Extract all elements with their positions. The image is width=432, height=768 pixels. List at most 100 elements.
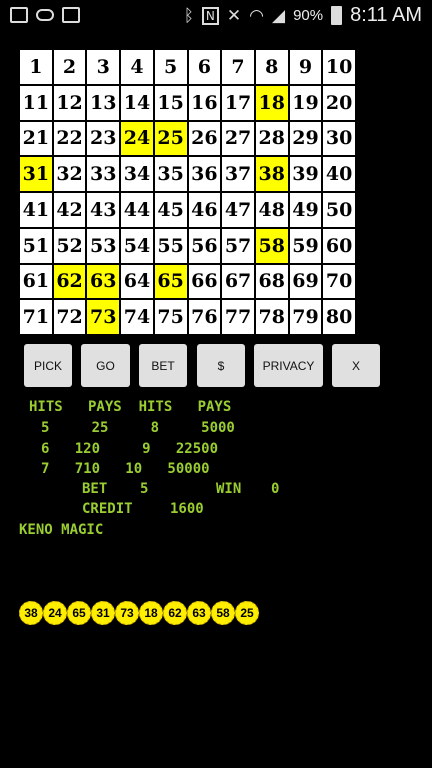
number-cell[interactable]: 66 <box>188 264 221 299</box>
drawn-ball: 25 <box>235 601 259 625</box>
number-cell[interactable]: 52 <box>53 228 86 263</box>
number-cell[interactable]: 40 <box>323 157 355 191</box>
number-cell[interactable]: 26 <box>188 121 221 156</box>
number-cell[interactable]: 21 <box>20 121 52 156</box>
number-cell[interactable]: 5 <box>154 50 187 84</box>
number-cell[interactable]: 9 <box>289 50 322 84</box>
number-cell[interactable]: 35 <box>154 157 187 191</box>
number-cell[interactable]: 77 <box>222 300 254 334</box>
number-cell[interactable]: 19 <box>289 85 322 120</box>
number-cell[interactable]: 10 <box>323 50 355 84</box>
status-right-icons: ᛒ N ✕ ◠ ◢ 90% 8:11 AM <box>184 4 422 27</box>
number-cell[interactable]: 45 <box>154 193 187 227</box>
number-cell[interactable]: 76 <box>188 300 221 334</box>
number-cell[interactable]: 38 <box>255 157 288 191</box>
number-cell[interactable]: 42 <box>53 193 86 227</box>
number-cell[interactable]: 36 <box>188 157 221 191</box>
number-cell[interactable]: 25 <box>154 121 187 156</box>
drawn-ball: 31 <box>91 601 115 625</box>
number-cell[interactable]: 11 <box>20 85 52 120</box>
number-cell[interactable]: 54 <box>121 228 153 263</box>
number-cell[interactable]: 63 <box>87 264 120 299</box>
number-cell[interactable]: 28 <box>255 121 288 156</box>
number-cell[interactable]: 78 <box>255 300 288 334</box>
number-cell[interactable]: 65 <box>154 264 187 299</box>
number-cell[interactable]: 72 <box>53 300 86 334</box>
paytable-header: HITS PAYS HITS PAYS <box>29 399 232 415</box>
number-cell[interactable]: 8 <box>255 50 288 84</box>
number-cell[interactable]: 16 <box>188 85 221 120</box>
number-cell[interactable]: 37 <box>222 157 254 191</box>
number-cell[interactable]: 3 <box>87 50 120 84</box>
number-cell[interactable]: 53 <box>87 228 120 263</box>
number-cell[interactable]: 1 <box>20 50 52 84</box>
pick-button[interactable]: PICK <box>24 344 72 387</box>
number-cell[interactable]: 79 <box>289 300 322 334</box>
number-cell[interactable]: 67 <box>222 264 254 299</box>
number-cell[interactable]: 31 <box>20 157 52 191</box>
number-cell[interactable]: 75 <box>154 300 187 334</box>
close-button[interactable]: X <box>332 344 380 387</box>
number-cell[interactable]: 7 <box>222 50 254 84</box>
go-button[interactable]: GO <box>81 344 130 387</box>
clock: 8:11 AM <box>350 4 422 26</box>
number-cell[interactable]: 27 <box>222 121 254 156</box>
number-cell[interactable]: 41 <box>20 193 52 227</box>
number-cell[interactable]: 46 <box>188 193 221 227</box>
number-cell[interactable]: 32 <box>53 157 86 191</box>
number-cell[interactable]: 15 <box>154 85 187 120</box>
number-cell[interactable]: 4 <box>121 50 153 84</box>
number-cell[interactable]: 62 <box>53 264 86 299</box>
number-cell[interactable]: 61 <box>20 264 52 299</box>
number-cell[interactable]: 60 <box>323 228 355 263</box>
number-cell[interactable]: 68 <box>255 264 288 299</box>
number-cell[interactable]: 17 <box>222 85 254 120</box>
number-cell[interactable]: 29 <box>289 121 322 156</box>
number-cell[interactable]: 57 <box>222 228 254 263</box>
number-cell[interactable]: 22 <box>53 121 86 156</box>
number-cell[interactable]: 59 <box>289 228 322 263</box>
number-cell[interactable]: 20 <box>323 85 355 120</box>
number-cell[interactable]: 48 <box>255 193 288 227</box>
status-left-icons <box>10 7 80 23</box>
number-cell[interactable]: 58 <box>255 228 288 263</box>
dollar-button[interactable]: $ <box>197 344 245 387</box>
number-cell[interactable]: 56 <box>188 228 221 263</box>
number-cell[interactable]: 30 <box>323 121 355 156</box>
paytable-row: 7 710 10 50000 <box>41 461 210 477</box>
number-cell[interactable]: 55 <box>154 228 187 263</box>
number-cell[interactable]: 64 <box>121 264 153 299</box>
number-cell[interactable]: 51 <box>20 228 52 263</box>
number-cell[interactable]: 2 <box>53 50 86 84</box>
number-cell[interactable]: 43 <box>87 193 120 227</box>
number-cell[interactable]: 74 <box>121 300 153 334</box>
gallery-icon <box>62 7 80 23</box>
number-cell[interactable]: 23 <box>87 121 120 156</box>
number-cell[interactable]: 69 <box>289 264 322 299</box>
bet-button[interactable]: BET <box>139 344 187 387</box>
number-cell[interactable]: 14 <box>121 85 153 120</box>
voicemail-icon <box>36 9 54 21</box>
number-cell[interactable]: 6 <box>188 50 221 84</box>
number-cell[interactable]: 73 <box>87 300 120 334</box>
number-cell[interactable]: 34 <box>121 157 153 191</box>
number-cell[interactable]: 39 <box>289 157 322 191</box>
number-cell[interactable]: 47 <box>222 193 254 227</box>
bet-label: BET <box>82 481 108 497</box>
number-cell[interactable]: 44 <box>121 193 153 227</box>
number-cell[interactable]: 50 <box>323 193 355 227</box>
number-cell[interactable]: 13 <box>87 85 120 120</box>
drawn-ball: 62 <box>163 601 187 625</box>
number-cell[interactable]: 33 <box>87 157 120 191</box>
number-cell[interactable]: 80 <box>323 300 355 334</box>
number-cell[interactable]: 49 <box>289 193 322 227</box>
number-cell[interactable]: 18 <box>255 85 288 120</box>
drawn-ball: 63 <box>187 601 211 625</box>
number-cell[interactable]: 71 <box>20 300 52 334</box>
win-value: 0 <box>271 481 280 497</box>
number-cell[interactable]: 24 <box>121 121 153 156</box>
number-cell[interactable]: 70 <box>323 264 355 299</box>
privacy-button[interactable]: PRIVACY <box>254 344 323 387</box>
number-cell[interactable]: 12 <box>53 85 86 120</box>
credit-label: CREDIT <box>82 501 133 517</box>
